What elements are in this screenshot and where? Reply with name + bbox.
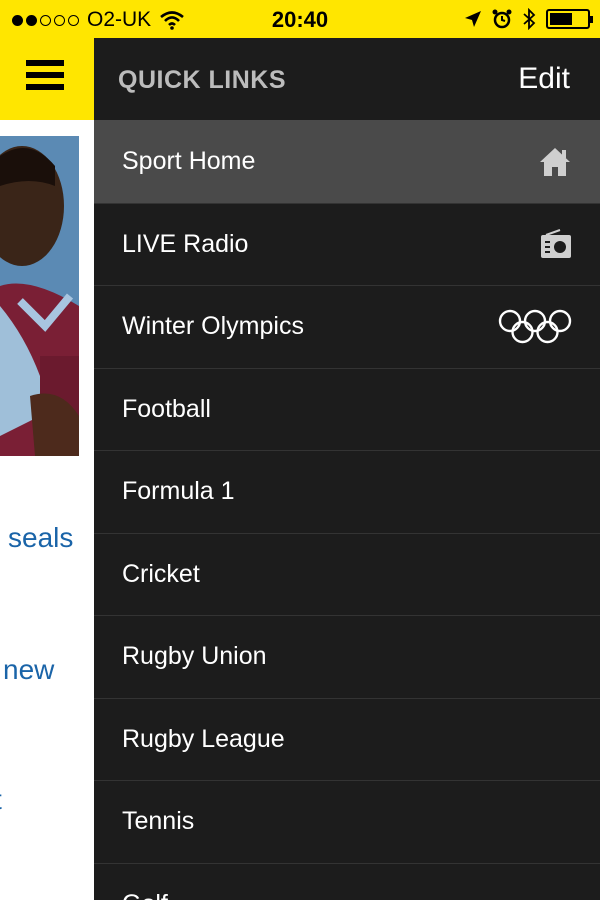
menu-item-label: Rugby Union	[122, 642, 267, 671]
main-page: seals new t	[0, 120, 94, 900]
headline-link[interactable]: new	[3, 654, 54, 686]
menu-item-label: Winter Olympics	[122, 312, 304, 341]
alarm-clock-icon	[492, 9, 512, 29]
menu-item-formula-1[interactable]: Formula 1	[94, 450, 600, 533]
quick-links-drawer: QUICK LINKS Edit Sport Home LIVE Radio W…	[94, 38, 600, 900]
home-icon	[538, 146, 572, 178]
edit-button[interactable]: Edit	[518, 62, 570, 96]
menu-item-label: Formula 1	[122, 477, 235, 506]
article-photo[interactable]	[0, 136, 79, 456]
menu-item-label: Cricket	[122, 559, 200, 588]
menu-item-live-radio[interactable]: LIVE Radio	[94, 202, 600, 286]
menu-item-label: Football	[122, 394, 211, 423]
drawer-header: QUICK LINKS Edit	[94, 38, 600, 120]
battery-icon	[546, 9, 593, 29]
headline-link[interactable]: seals	[8, 522, 73, 554]
status-bar: O2-UK 20:40	[0, 0, 600, 38]
radio-icon	[540, 229, 572, 259]
menu-item-label: LIVE Radio	[122, 229, 249, 258]
menu-item-football[interactable]: Football	[94, 367, 600, 451]
menu-item-rugby-union[interactable]: Rugby Union	[94, 615, 600, 698]
menu-item-sport-home[interactable]: Sport Home	[94, 120, 600, 203]
menu-item-label: Rugby League	[122, 724, 285, 753]
bluetooth-icon	[523, 8, 536, 30]
menu-icon[interactable]	[26, 60, 64, 90]
menu-item-tennis[interactable]: Tennis	[94, 780, 600, 863]
menu-item-label: Golf	[122, 890, 168, 900]
menu-item-rugby-league[interactable]: Rugby League	[94, 697, 600, 781]
headline-link[interactable]: t	[0, 784, 2, 816]
drawer-title: QUICK LINKS	[118, 66, 286, 94]
menu-item-winter-olympics[interactable]: Winter Olympics	[94, 285, 600, 368]
main-header	[0, 38, 94, 120]
menu-item-label: Tennis	[122, 807, 195, 836]
menu-item-cricket[interactable]: Cricket	[94, 532, 600, 616]
menu-item-golf[interactable]: Golf	[94, 862, 600, 900]
location-arrow-icon	[465, 11, 481, 27]
olympic-rings-icon	[498, 309, 572, 345]
menu-item-label: Sport Home	[122, 147, 256, 176]
